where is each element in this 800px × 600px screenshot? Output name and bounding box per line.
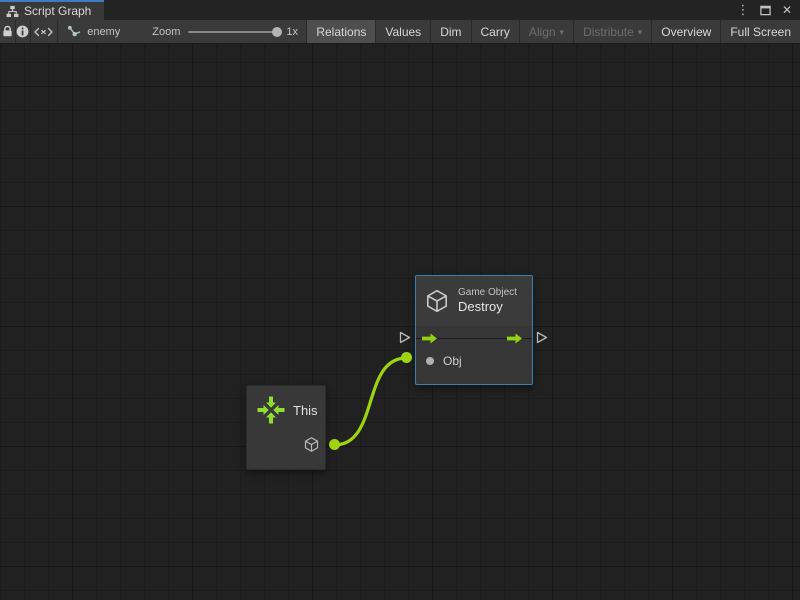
close-icon[interactable]: ✕ (779, 2, 795, 18)
node-destroy-header: Game Object Destroy (416, 276, 532, 326)
maximize-icon[interactable] (757, 2, 773, 18)
window-controls: ⋮ ✕ (735, 0, 798, 20)
cube-icon-small (303, 436, 320, 453)
graph-reference-breadcrumb[interactable]: enemy (67, 20, 120, 43)
value-port-dot[interactable] (426, 357, 434, 365)
title-bar: Script Graph ⋮ ✕ (0, 0, 800, 20)
node-title: This (293, 403, 318, 418)
zoom-value: 1x (286, 26, 298, 38)
zoom-label: Zoom (152, 26, 180, 38)
node-subtitle: Game Object (458, 287, 517, 300)
input-port-label: Obj (443, 354, 462, 368)
graph-asset-icon (67, 25, 82, 39)
toolbar: enemy Zoom 1x Relations Values Dim Carry (0, 20, 800, 44)
zoom-slider-track (188, 31, 280, 33)
graph-name-label: enemy (87, 26, 120, 38)
tab-title: Script Graph (24, 4, 91, 18)
toolbar-button-fullscreen[interactable]: Full Screen (720, 20, 800, 43)
lock-icon (0, 24, 15, 39)
this-converge-icon (256, 395, 286, 425)
destroy-obj-connected-port[interactable] (401, 352, 412, 363)
code-preview-button[interactable] (31, 20, 57, 43)
this-output-port[interactable] (329, 439, 340, 450)
info-icon (15, 24, 30, 39)
script-graph-window: Script Graph ⋮ ✕ (0, 0, 800, 600)
toolbar-button-group: Relations Values Dim Carry Align ▾ Distr… (306, 20, 800, 43)
flow-input-triangle-port[interactable] (399, 331, 411, 344)
flow-output-arrow-icon[interactable] (506, 332, 523, 345)
toolbar-button-dim[interactable]: Dim (430, 20, 470, 43)
node-this[interactable]: This (246, 385, 326, 470)
zoom-control: Zoom 1x (152, 20, 306, 43)
toolbar-button-overview[interactable]: Overview (651, 20, 720, 43)
zoom-slider[interactable] (188, 20, 280, 43)
connection-layer (0, 44, 800, 600)
angle-brackets-x-icon (33, 25, 54, 39)
node-this-header: This (247, 386, 325, 425)
info-button[interactable] (15, 20, 30, 43)
dropdown-arrow-icon: ▾ (638, 28, 643, 37)
lock-button[interactable] (0, 20, 15, 43)
dropdown-arrow-icon: ▾ (560, 28, 565, 37)
toolbar-button-values[interactable]: Values (375, 20, 430, 43)
toolbar-button-distribute: Distribute ▾ (573, 20, 651, 43)
input-port-row-obj: Obj (416, 352, 462, 370)
graph-hierarchy-icon (6, 5, 19, 18)
connection-wire[interactable] (335, 358, 407, 445)
toolbar-button-carry[interactable]: Carry (471, 20, 519, 43)
flow-output-triangle-port[interactable] (536, 331, 548, 344)
cube-icon (424, 288, 450, 314)
flow-input-arrow-icon[interactable] (421, 332, 438, 345)
window-menu-icon[interactable]: ⋮ (735, 2, 751, 18)
node-destroy[interactable]: Game Object Destroy Obj (415, 275, 533, 385)
zoom-slider-handle[interactable] (272, 27, 282, 37)
node-title: Destroy (458, 299, 517, 315)
tab-script-graph[interactable]: Script Graph (0, 0, 104, 20)
graph-canvas[interactable]: Game Object Destroy Obj (0, 44, 800, 600)
toolbar-button-relations[interactable]: Relations (306, 20, 375, 43)
toolbar-button-align: Align ▾ (519, 20, 573, 43)
